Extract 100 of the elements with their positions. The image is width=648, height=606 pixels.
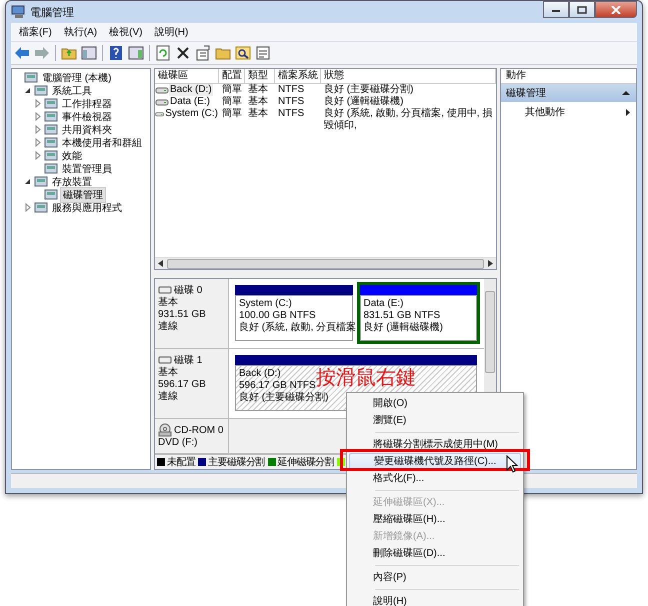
column-header[interactable]: 磁碟區	[155, 69, 219, 83]
table-cell: NTFS	[278, 108, 304, 120]
legend-label: 未配置	[167, 456, 196, 469]
tree-item[interactable]: 磁碟管理	[60, 186, 106, 202]
disk-detail: 連線	[158, 391, 179, 403]
partition-detail: 831.51 GB NTFS	[364, 310, 440, 322]
checklist-icon[interactable]	[255, 45, 271, 61]
actions-section-header[interactable]: 磁碟管理	[501, 84, 636, 102]
collapse-arrow-icon[interactable]	[24, 177, 32, 186]
panel-icon[interactable]	[128, 45, 144, 61]
menu-item[interactable]: 瀏覽(E)	[349, 412, 521, 429]
tree-item[interactable]: 效能	[60, 148, 84, 162]
tree-node-icon	[44, 97, 58, 110]
table-cell: 簡單	[222, 108, 242, 120]
scroll-right-arrow-icon[interactable]	[487, 260, 493, 267]
menu-item[interactable]: 將磁碟分割標示成使用中(M)	[349, 436, 521, 453]
expand-arrow-icon[interactable]	[34, 138, 42, 147]
menu-item[interactable]: 執行(A)	[58, 24, 104, 40]
table-cell: 簡單	[222, 84, 242, 96]
column-header[interactable]: 檔案系統	[275, 69, 321, 83]
section-label: 磁碟管理	[506, 86, 546, 100]
cd-drive-icon	[158, 423, 172, 437]
refresh-icon[interactable]	[155, 45, 171, 61]
tree-item[interactable]: 事件檢視器	[60, 110, 114, 124]
expand-arrow-icon[interactable]	[34, 99, 42, 108]
tree-node-icon	[44, 188, 58, 201]
submenu-arrow-icon	[625, 108, 631, 116]
scroll-left-arrow-icon[interactable]	[158, 260, 164, 267]
disk-detail: 連線	[158, 321, 179, 333]
volume-name[interactable]: Data (E:)	[169, 96, 212, 108]
menu-item[interactable]: 檢視(V)	[103, 24, 148, 40]
annotation-text: 按滑鼠右鍵	[316, 368, 416, 388]
computer-icon	[11, 4, 25, 18]
expand-arrow-icon[interactable]	[34, 112, 42, 121]
back-arrow-icon[interactable]	[14, 45, 30, 61]
column-header[interactable]: 狀態	[321, 69, 496, 83]
tree-node-icon	[44, 149, 58, 162]
partition-block[interactable]: Data (E:) 831.51 GB NTFS 良好 (邏輯磁碟機)	[356, 282, 480, 344]
expand-arrow-icon[interactable]	[34, 125, 42, 134]
close-button[interactable]	[595, 1, 637, 18]
horizontal-scrollbar[interactable]	[155, 257, 496, 269]
table-cell-text: 基本	[248, 84, 268, 96]
disk-name: 磁碟 1	[174, 354, 202, 366]
expand-arrow-icon[interactable]	[24, 203, 32, 212]
menu-item[interactable]: 格式化(F)...	[349, 470, 521, 487]
disk-detail: 基本	[158, 367, 179, 379]
partition-label: Data (E:)	[364, 298, 404, 310]
expand-arrow-icon[interactable]	[34, 151, 42, 160]
tree-item[interactable]: 共用資料夾	[60, 122, 114, 136]
tree-item[interactable]: 裝置管理員	[60, 162, 114, 176]
tree-item[interactable]: 系統工具	[50, 84, 94, 98]
menu-item[interactable]: 刪除磁碟區(D)...	[349, 545, 521, 562]
tree-node-icon	[34, 201, 48, 214]
table-cell-text: 良好 (主要磁碟分割)	[324, 84, 414, 96]
volume-name[interactable]: System (C:)	[164, 108, 219, 120]
menu-item[interactable]: 說明(H)	[349, 593, 521, 606]
help-icon[interactable]	[108, 45, 124, 61]
delete-icon[interactable]	[175, 45, 191, 61]
tree-item[interactable]: 工作排程器	[60, 96, 114, 110]
tree-node-icon	[44, 123, 58, 136]
column-header[interactable]: 配置	[219, 69, 245, 83]
table-cell: NTFS	[278, 84, 304, 96]
tree-item[interactable]: 存放裝置	[50, 174, 94, 188]
menu-item[interactable]: 內容(P)	[349, 569, 521, 586]
properties-icon[interactable]	[195, 45, 211, 61]
table-cell: 簡單	[222, 96, 242, 108]
tree-node-icon	[44, 136, 58, 149]
tree-node-icon	[44, 110, 58, 123]
partition-detail: 良好 (系統, 啟動, 分頁檔案	[239, 322, 356, 334]
disk-detail: 基本	[158, 297, 179, 309]
minimize-button[interactable]	[543, 1, 569, 18]
menu-item[interactable]: 檔案(F)	[13, 24, 58, 40]
collapse-arrow-icon[interactable]	[621, 89, 631, 97]
collapse-arrow-icon[interactable]	[24, 86, 32, 95]
menu-item[interactable]: 壓縮磁碟區(H)...	[349, 511, 521, 528]
tree-node-icon	[24, 71, 38, 84]
mouse-pointer-icon	[506, 455, 518, 473]
legend-label: 主要磁碟分割	[208, 456, 265, 469]
volume-name[interactable]: Back (D:)	[169, 84, 213, 96]
partition-detail: 596.17 GB NTFS	[239, 380, 316, 392]
close-icon	[611, 6, 621, 14]
panel-icon[interactable]	[81, 45, 97, 61]
disk-name: 磁碟 0	[174, 284, 202, 296]
disk-detail: DVD (F:)	[158, 437, 198, 449]
legend-label: 延伸磁碟分割	[278, 456, 334, 469]
drive-icon	[155, 97, 169, 107]
window-title: 電腦管理	[30, 6, 74, 20]
tree-item[interactable]: 電腦管理 (本機)	[40, 70, 114, 84]
disk-name: CD-ROM 0	[174, 424, 224, 436]
maximize-button[interactable]	[569, 1, 595, 18]
magnifier-icon[interactable]	[235, 45, 251, 61]
column-header[interactable]: 類型	[245, 69, 275, 83]
partition-label: Back (D:)	[239, 368, 281, 380]
tree-item[interactable]: 服務與應用程式	[50, 200, 124, 214]
action-link[interactable]: 其他動作	[525, 105, 565, 119]
drive-icon	[155, 85, 169, 95]
tree-item[interactable]: 本機使用者和群組	[60, 136, 144, 150]
menu-item[interactable]: 說明(H)	[148, 24, 194, 40]
partition-detail: 良好 (主要磁碟分割)	[239, 392, 328, 404]
tree-node-icon	[34, 84, 48, 97]
